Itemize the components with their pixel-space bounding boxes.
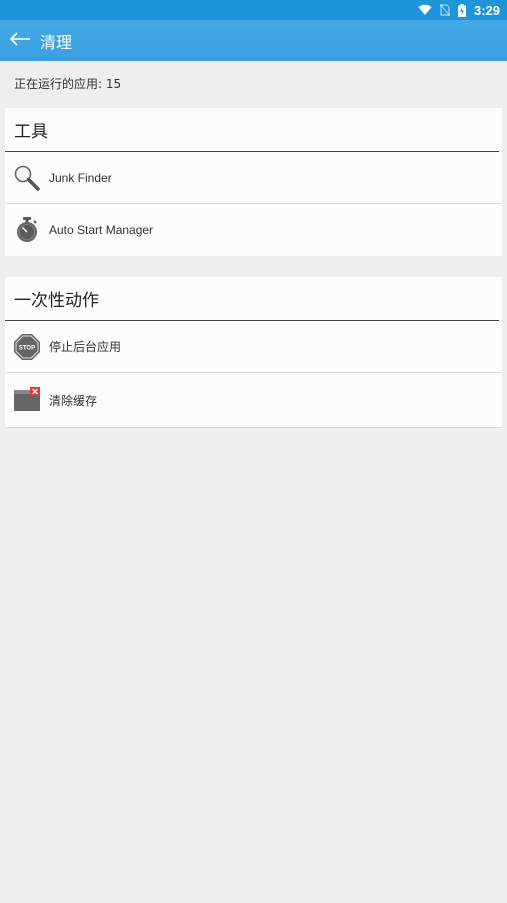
clear-cache-item[interactable]: 清除缓存	[5, 373, 502, 428]
stopwatch-icon	[13, 216, 41, 244]
auto-start-manager-item[interactable]: Auto Start Manager	[5, 204, 502, 256]
page-title: 清理	[40, 32, 73, 52]
no-sim-icon	[439, 4, 450, 16]
tools-section-header: 工具	[5, 108, 499, 152]
stop-sign-icon: STOP	[13, 333, 41, 361]
magnifier-icon	[13, 164, 41, 192]
status-time: 3:29	[473, 2, 500, 18]
one-time-section-header: 一次性动作	[5, 277, 499, 321]
junk-finder-label: Junk Finder	[49, 170, 112, 185]
clear-cache-label: 清除缓存	[49, 393, 98, 408]
one-time-actions-card: 一次性动作 STOP 停止后台应用 清除缓存	[5, 277, 502, 428]
running-apps-count: 正在运行的应用: 15	[14, 77, 122, 91]
back-arrow-icon	[9, 31, 31, 50]
status-bar: 3:29	[0, 0, 507, 20]
battery-charging-icon	[457, 3, 466, 17]
auto-start-manager-label: Auto Start Manager	[49, 223, 154, 237]
clear-cache-icon	[13, 386, 41, 414]
junk-finder-item[interactable]: Junk Finder	[5, 152, 502, 204]
app-bar: 清理	[0, 20, 507, 61]
stop-background-apps-label: 停止后台应用	[49, 340, 122, 354]
wifi-icon	[418, 4, 432, 16]
tools-card: 工具 Junk Finder Auto Start Manager	[5, 108, 502, 256]
back-button[interactable]	[0, 20, 40, 61]
stop-background-apps-item[interactable]: STOP 停止后台应用	[5, 321, 502, 373]
svg-text:STOP: STOP	[19, 345, 35, 351]
